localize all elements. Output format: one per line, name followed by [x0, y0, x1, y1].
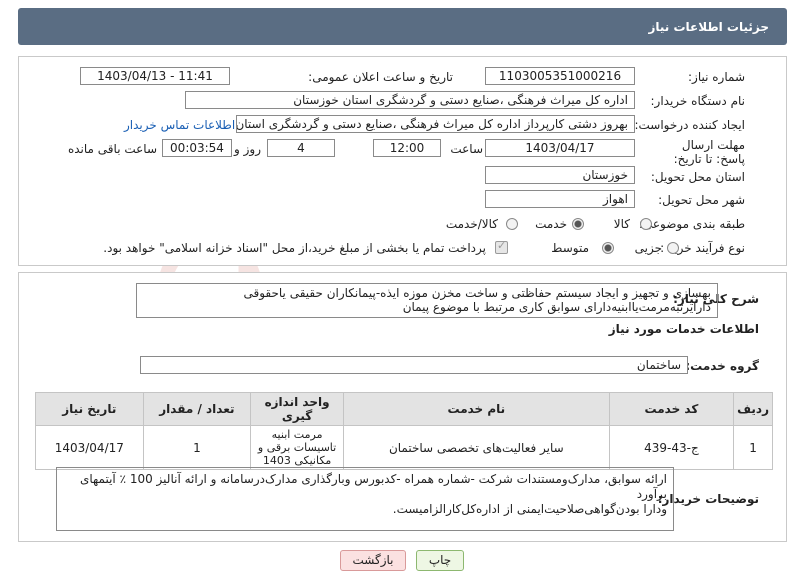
cell-unit: مرمت ابنیه تاسیسات برقی و مکانیکی 1403 [250, 425, 344, 470]
summary-line-2: دارایرتبه‌مرمت‌یاابنیه‌دارای سوابق کاری … [402, 300, 711, 314]
payment-note: پرداخت تمام یا بخشی از مبلغ خرید،از محل … [103, 241, 486, 255]
col-name: نام خدمت [342, 392, 610, 426]
cell-code: ج-43-439 [608, 425, 735, 470]
category-option-goods: کالا [613, 217, 630, 231]
days-field[interactable]: 4 [267, 139, 335, 157]
buyer-notes-line-1: ارائه سوابق، مدارک‌ومستندات شرکت -شماره … [79, 472, 667, 501]
category-option-both: کالا/خدمت [445, 217, 498, 231]
summary-line-1: بهسازی و تجهیز و ایجاد سیستم حفاظتی و سا… [243, 286, 711, 300]
cell-qty: 1 [142, 425, 252, 470]
category-radio-goods[interactable] [640, 218, 652, 230]
service-group-field[interactable]: ساختمان [140, 356, 688, 374]
buyer-org-label: نام دستگاه خریدار: [650, 94, 746, 108]
buyer-org-field[interactable]: اداره کل میراث فرهنگی ،صنایع دستی و گردش… [185, 91, 635, 109]
creator-label: ایجاد کننده درخواست: [634, 118, 745, 132]
col-qty: تعداد / مقدار [142, 392, 252, 426]
province-field[interactable]: خوزستان [485, 166, 635, 184]
service-group-label: گروه خدمت: [685, 359, 759, 373]
col-date: تاریخ نیاز [35, 392, 144, 426]
process-radio-minor[interactable] [667, 242, 679, 254]
remaining-time-field[interactable]: 00:03:54 [162, 139, 232, 157]
table-row: 1 ج-43-439 سایر فعالیت‌های تخصصی ساختمان… [35, 425, 773, 470]
treasury-checkbox[interactable] [495, 239, 508, 254]
table-header-row: ردیف کد خدمت نام خدمت واحد اندازه گیری ت… [35, 392, 773, 426]
province-label: استان محل تحویل: [650, 170, 745, 184]
col-unit: واحد اندازه گیری [250, 392, 344, 426]
city-field[interactable]: اهواز [485, 190, 635, 208]
buyer-contact-link[interactable]: اطلاعات تماس خریدار [124, 118, 235, 132]
announce-field[interactable]: 1403/04/13 - 11:41 [80, 67, 230, 85]
buyer-notes-line-2: ودارا بودن‌گواهی‌صلاحیت‌ایمنی از اداره‌ک… [392, 502, 667, 516]
col-row: ردیف [733, 392, 773, 426]
process-radio-medium[interactable] [602, 242, 614, 254]
category-radio-service[interactable] [572, 218, 584, 230]
announce-label: تاریخ و ساعت اعلان عمومی: [308, 70, 453, 84]
cell-name: سایر فعالیت‌های تخصصی ساختمان [342, 425, 610, 470]
buyer-notes-textarea[interactable]: ارائه سوابق، مدارک‌ومستندات شرکت -شماره … [56, 467, 674, 531]
process-option-medium: متوسط [551, 241, 589, 255]
services-table: ردیف کد خدمت نام خدمت واحد اندازه گیری ت… [35, 392, 773, 470]
category-option-service: خدمت [535, 217, 567, 231]
services-section-title: اطلاعات خدمات مورد نیاز [608, 322, 759, 336]
back-button[interactable]: بازگشت [340, 550, 406, 571]
need-number-field[interactable]: 1103005351000216 [485, 67, 635, 85]
category-label: طبقه بندی موضوعی: [638, 217, 745, 231]
deadline-time-label: ساعت [450, 142, 483, 156]
city-label: شهر محل تحویل: [658, 193, 745, 207]
category-radio-both[interactable] [506, 218, 518, 230]
summary-textarea[interactable]: بهسازی و تجهیز و ایجاد سیستم حفاظتی و سا… [136, 283, 718, 318]
process-option-minor: جزیی [634, 241, 662, 255]
creator-field[interactable]: بهروز دشتی کارپرداز اداره کل میراث فرهنگ… [236, 115, 635, 133]
header-bar: جزئیات اطلاعات نیاز [18, 8, 787, 45]
deadline-time-field[interactable]: 12:00 [373, 139, 441, 157]
print-button[interactable]: چاپ [416, 550, 464, 571]
cell-date: 1403/04/17 [35, 425, 144, 470]
days-label: روز و [234, 142, 261, 156]
remaining-label: ساعت باقی مانده [67, 142, 157, 156]
need-number-label: شماره نیاز: [688, 70, 745, 84]
col-code: کد خدمت [608, 392, 735, 426]
page-title: جزئیات اطلاعات نیاز [648, 20, 769, 34]
cell-row: 1 [733, 425, 773, 470]
deadline-label: مهلت ارسال پاسخ: تا تاریخ: [673, 138, 745, 166]
deadline-date-field[interactable]: 1403/04/17 [485, 139, 635, 157]
